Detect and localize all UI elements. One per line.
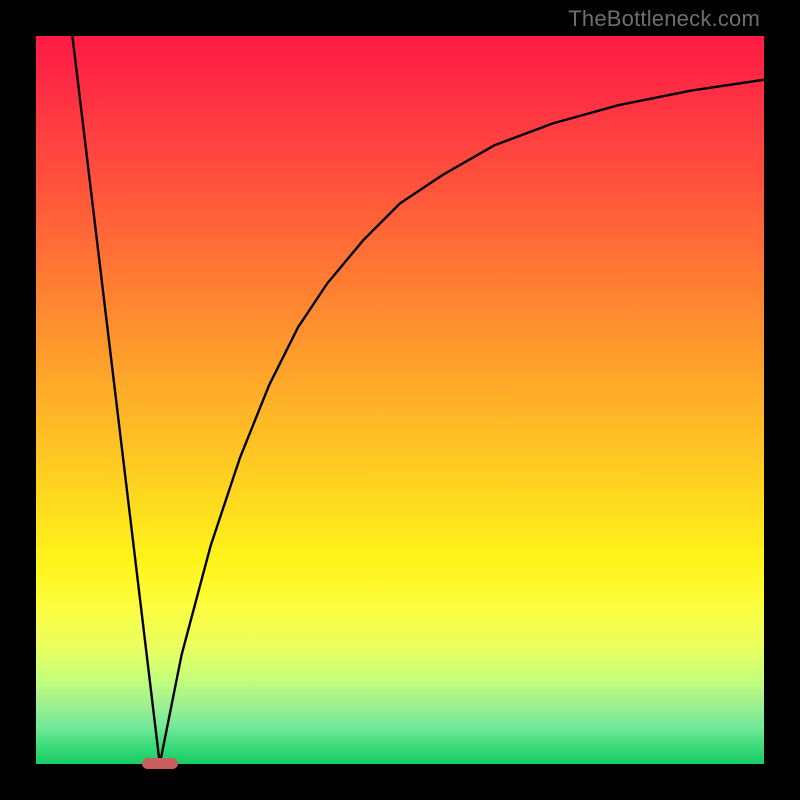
target-marker xyxy=(142,758,178,769)
chart-frame: TheBottleneck.com xyxy=(0,0,800,800)
watermark-text: TheBottleneck.com xyxy=(568,6,760,32)
bottleneck-curve xyxy=(36,36,764,764)
curve-path xyxy=(72,36,764,764)
plot-area xyxy=(36,36,764,764)
